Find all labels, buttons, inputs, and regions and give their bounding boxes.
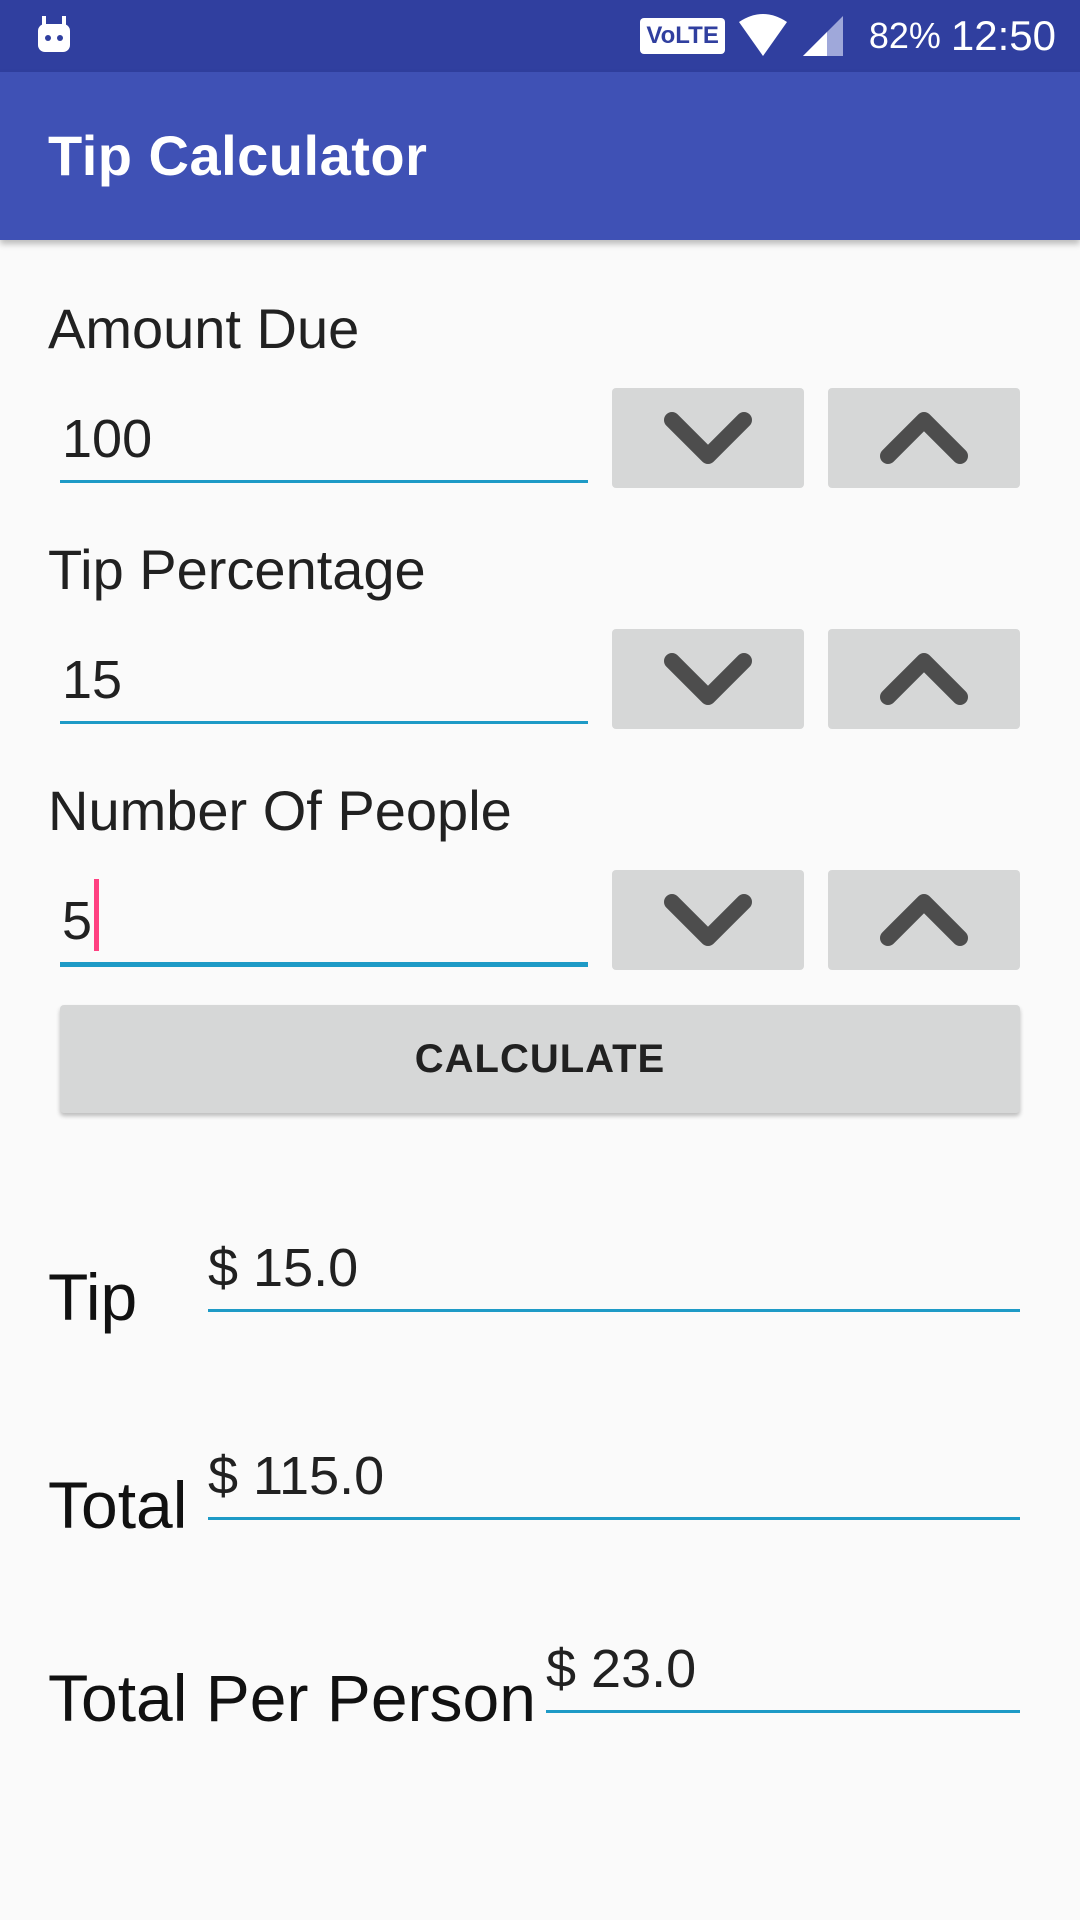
total-result-label: Total [48, 1468, 188, 1542]
volte-badge: VoLTE [640, 18, 725, 54]
amount-due-increment-button[interactable] [828, 388, 1020, 488]
amount-due-value: 100 [62, 409, 153, 469]
chevron-down-icon [664, 412, 752, 464]
per-person-result-label: Total Per Person [48, 1661, 536, 1735]
status-bar: VoLTE 82% 12:50 [0, 0, 1080, 72]
chevron-down-icon [664, 894, 752, 946]
android-debug-icon [38, 16, 70, 52]
chevron-up-icon [880, 653, 968, 705]
wifi-icon [738, 14, 787, 56]
tip-percentage-decrement-button[interactable] [612, 629, 804, 729]
number-of-people-field[interactable]: 5 [60, 870, 588, 967]
amount-due-field[interactable]: 100 [60, 388, 588, 483]
text-caret [94, 879, 100, 951]
number-of-people-input: 5 [62, 879, 100, 952]
tip-percentage-value: 15 [62, 650, 123, 710]
number-of-people-decrement-button[interactable] [612, 870, 804, 970]
chevron-up-icon [880, 412, 968, 464]
tip-percentage-increment-button[interactable] [828, 629, 1020, 729]
per-person-result-field: $ 23.0 [546, 1622, 1020, 1713]
chevron-down-icon [664, 653, 752, 705]
cell-signal-icon [802, 16, 843, 56]
app-bar: Tip Calculator [0, 72, 1080, 240]
chevron-up-icon [880, 894, 968, 946]
app-title: Tip Calculator [48, 124, 428, 187]
number-of-people-increment-button[interactable] [828, 870, 1020, 970]
number-of-people-value: 5 [62, 891, 93, 951]
tip-percentage-field[interactable]: 15 [60, 629, 588, 724]
tip-result-value: $ 15.0 [208, 1238, 359, 1298]
battery-percentage: 82% [868, 15, 941, 56]
total-result-value: $ 115.0 [208, 1446, 385, 1506]
per-person-result-value: $ 23.0 [546, 1639, 697, 1699]
calculate-button[interactable]: CALCULATE [60, 1005, 1020, 1113]
amount-due-label: Amount Due [48, 297, 360, 360]
amount-due-decrement-button[interactable] [612, 388, 804, 488]
tip-result-label: Tip [48, 1260, 138, 1334]
total-result-field: $ 115.0 [208, 1428, 1020, 1520]
status-time: 12:50 [950, 12, 1056, 59]
tip-result-field: $ 15.0 [208, 1220, 1020, 1312]
status-icons: VoLTE 82% 12:50 [640, 0, 1056, 72]
tip-percentage-label: Tip Percentage [48, 538, 426, 601]
number-of-people-label: Number Of People [48, 779, 512, 842]
